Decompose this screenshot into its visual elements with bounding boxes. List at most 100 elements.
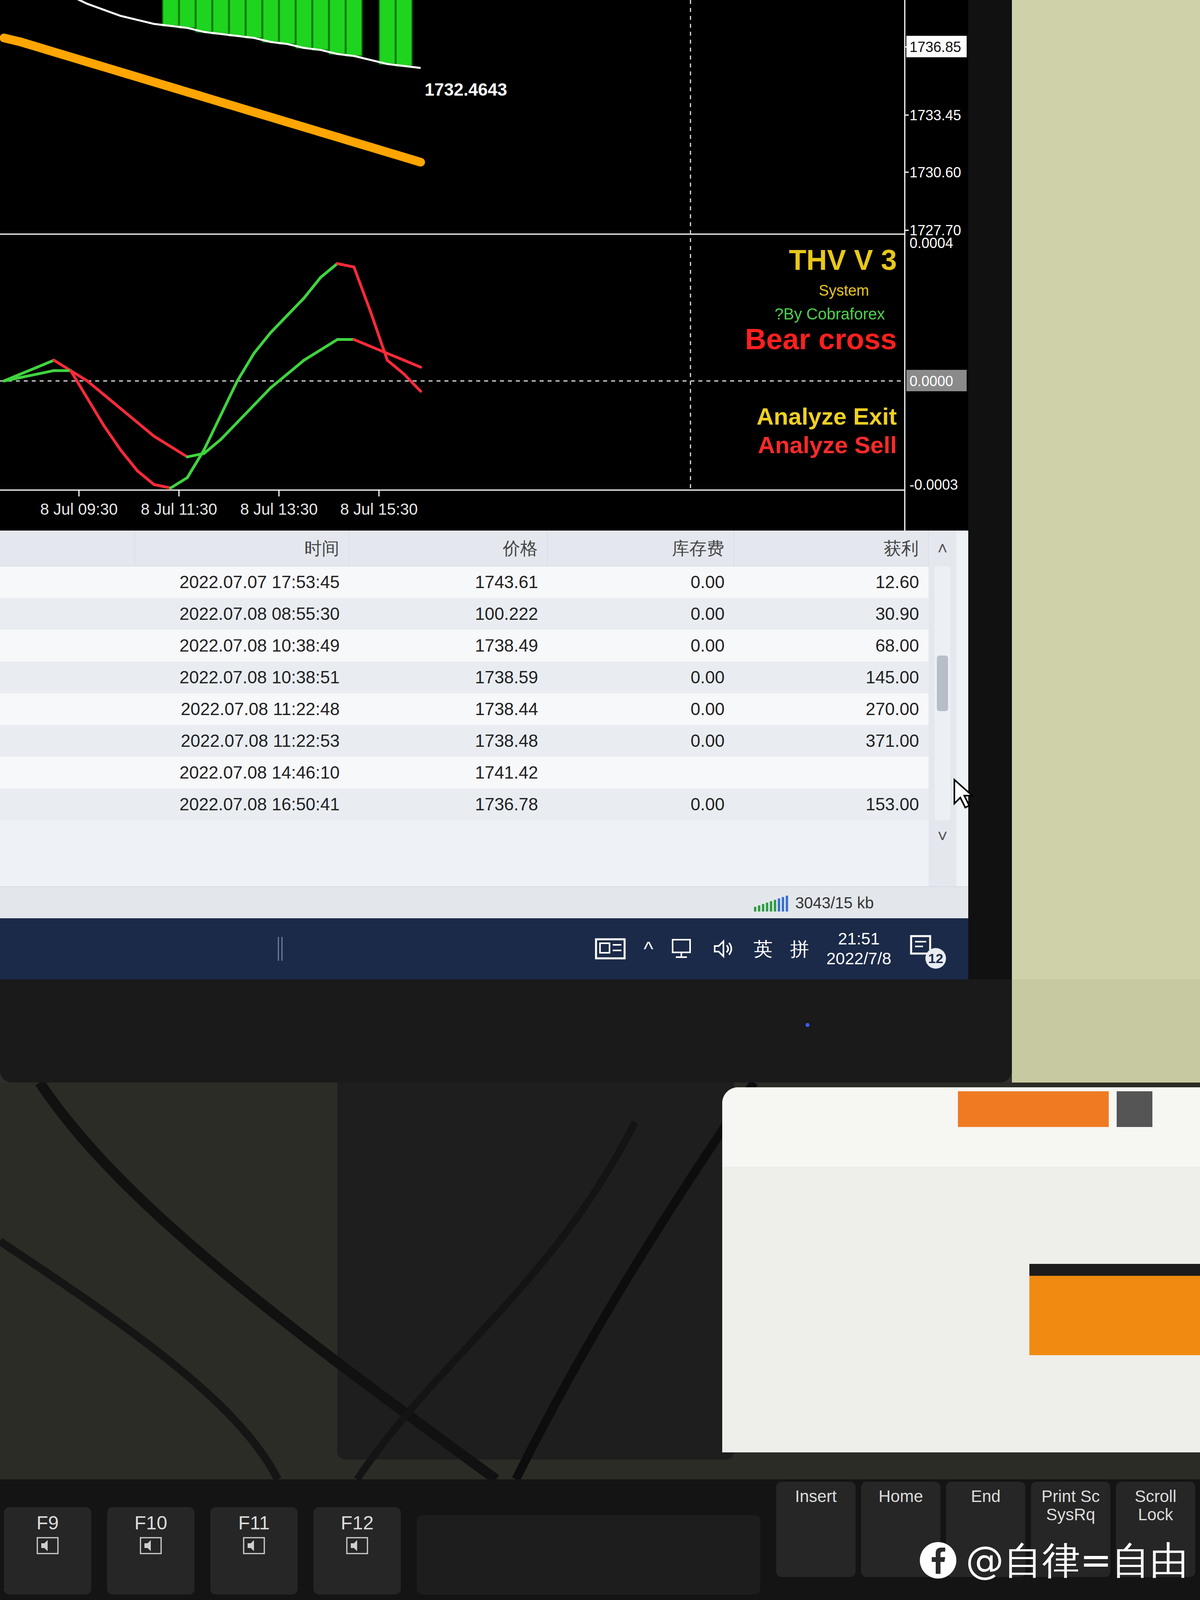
indicator-axis-label: 0.0000 [909,373,954,390]
column-header[interactable]: 库存费 [547,530,735,566]
price-chart: 1732.46431736.851733.451730.601727.700.0… [0,0,969,531]
keyboard-key[interactable]: F12 [313,1507,401,1595]
key-label: Insert [794,1487,837,1506]
scrollbar[interactable]: ˄˅ [928,530,957,887]
table-cell: 2022.07.08 10:38:51 [134,661,350,694]
table-row[interactable]: 2022.07.08 10:38:511738.590.00145.00 [0,661,929,694]
table-body: 时间价格库存费获利2022.07.07 17:53:451743.610.001… [0,530,929,887]
candle-bar [346,0,362,56]
table-cell [547,756,735,789]
table-cell: 270.00 [734,693,929,725]
connection-bars-icon [753,894,790,912]
table-cell: 68.00 [734,629,929,662]
notification-button[interactable]: 12 [908,932,941,965]
indicator-segment [87,380,104,395]
printer-label [957,1091,1109,1127]
candle-bar [312,0,329,50]
keyboard-key[interactable]: F10 [107,1507,195,1595]
network-icon[interactable] [671,938,695,960]
tray-expand-button[interactable]: ^ [643,938,654,960]
table-row[interactable]: 2022.07.08 11:22:531738.480.00371.00 [0,725,929,757]
table-cell: 1738.48 [349,725,548,757]
scroll-up-button[interactable]: ˄ [937,530,948,567]
analysis-label: Analyze Exit [756,403,897,430]
indicator-segment [387,353,404,360]
printer-front [722,1166,1200,1453]
indicator-segment [3,374,21,381]
indicator-segment [120,450,138,471]
keyboard-key[interactable]: F9 [3,1507,92,1595]
indicator-segment [403,360,421,368]
status-bar: 3043/15 kb [0,886,969,919]
keyboard-key[interactable]: Insert [776,1481,856,1577]
volume-icon[interactable] [712,938,737,960]
table-cell: 0.00 [547,693,735,725]
table-cell: 153.00 [734,788,929,821]
indicator-segment [153,484,171,489]
news-widget-icon[interactable] [594,936,627,961]
indicator-segment [70,370,88,399]
table-cell: 0.00 [547,788,735,821]
indicator-segment [170,477,188,489]
candle-bar [329,0,346,54]
qr-code [1116,1091,1153,1127]
scroll-thumb[interactable] [936,655,949,712]
table-row[interactable]: 2022.07.08 14:46:101741.42 [0,756,929,789]
indicator-segment [20,374,38,378]
indicator-segment [253,332,271,354]
candle-bar [212,0,229,34]
table-cell: 2022.07.08 11:22:53 [134,725,350,757]
table-cell: 12.60 [734,566,929,599]
social-logo-icon [918,1540,958,1581]
input-mode[interactable]: 拼 [790,934,810,964]
scroll-down-button[interactable]: ˅ [937,820,948,852]
indicator-segment [187,450,204,478]
indicator-segment [237,353,254,381]
label-printer [722,1087,1200,1453]
row-lead-cell [0,598,135,630]
keyboard-key[interactable]: F11 [210,1507,298,1595]
indicator-axis-tick: -0.0003 [909,476,958,493]
price-axis-tick: 1733.45 [904,107,962,124]
time-axis-line [0,489,905,491]
system-tray: ^ 英拼 21:512022/7/8 12 [594,928,969,970]
indicator-segment [53,360,71,371]
watermark-text: @自律=自由 [965,1541,1189,1580]
clock[interactable]: 21:512022/7/8 [826,928,892,970]
period-separator [690,0,692,491]
candle-bar [162,0,179,26]
indicator-axis-tick: 0.0000 [906,369,967,392]
table-cell: 2022.07.08 16:50:41 [134,788,350,821]
table-cell: 1738.49 [349,629,548,662]
column-header[interactable]: 时间 [134,530,350,566]
candle-bar [229,0,246,37]
indicator-segment [370,311,388,361]
row-lead-cell [0,661,135,694]
clock-time: 21:51 [838,928,880,949]
table-row[interactable]: 2022.07.08 08:55:30100.2220.0030.90 [0,598,929,630]
indicator-segment [203,439,221,454]
key-label: Print Sc [1041,1487,1100,1506]
price-axis-label: 1733.45 [909,107,962,124]
scroll-track [934,566,951,821]
column-header[interactable]: 获利 [734,530,929,566]
ime-language[interactable]: 英 [753,934,773,964]
table-row[interactable]: 2022.07.08 11:22:481738.440.00270.00 [0,693,929,725]
signal-label: Bear cross [744,322,897,356]
price-axis-tick: 1736.85 [904,35,967,58]
indicator-segment [220,380,238,416]
table-cell: 2022.07.08 10:38:49 [134,629,350,662]
time-tick [178,490,180,497]
table-row[interactable]: 2022.07.08 10:38:491738.490.0068.00 [0,629,929,662]
indicator-segment [353,339,371,347]
indicator-segment [137,422,154,437]
candle-bar [296,0,312,49]
speaker-icon [36,1536,59,1555]
candle-bar [396,0,412,66]
candle-bar [196,0,212,32]
table-row[interactable]: 2022.07.07 17:53:451743.610.0012.60 [0,566,929,599]
value-axis-line [904,0,906,531]
table-row[interactable]: 2022.07.08 16:50:411736.780.00153.00 [0,788,929,821]
row-lead-cell [0,566,135,599]
column-header[interactable]: 价格 [349,530,548,566]
